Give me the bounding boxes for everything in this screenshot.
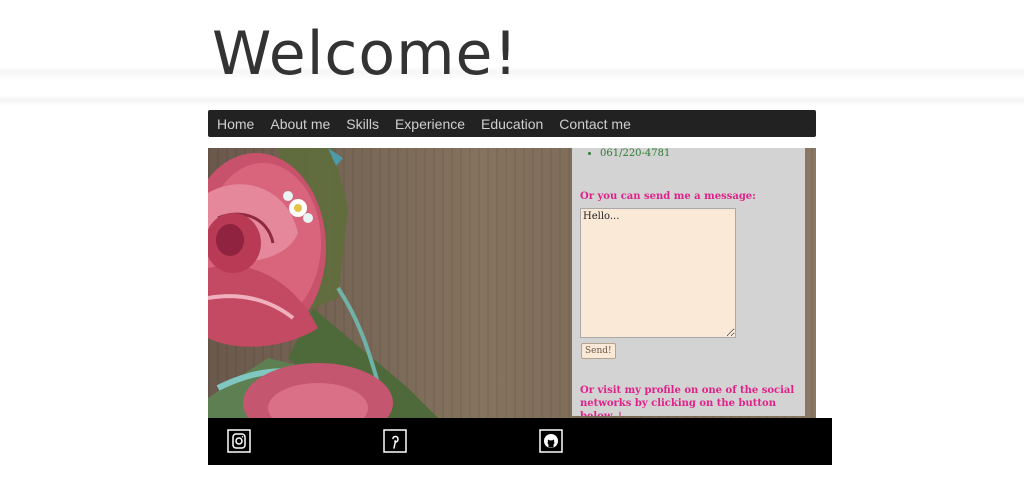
social-footer — [208, 418, 832, 465]
roses-image — [208, 148, 438, 418]
pinterest-link[interactable] — [383, 429, 407, 453]
nav-about-me[interactable]: About me — [270, 116, 330, 132]
nav-home[interactable]: Home — [217, 116, 254, 132]
social-networks-text: Or visit my profile on one of the social… — [580, 385, 795, 416]
contact-list: 061/220-4781 — [572, 148, 670, 160]
instagram-icon — [227, 429, 251, 453]
nav-education[interactable]: Education — [481, 116, 543, 132]
pinterest-icon — [383, 429, 407, 453]
github-icon — [539, 429, 563, 453]
instagram-link[interactable] — [227, 429, 251, 453]
message-label: Or you can send me a message: — [580, 191, 756, 202]
contact-panel: 061/220-4781 Or you can send me a messag… — [572, 148, 805, 416]
nav-contact-me[interactable]: Contact me — [559, 116, 631, 132]
navbar: Home About me Skills Experience Educatio… — [208, 110, 816, 137]
github-link[interactable] — [539, 429, 563, 453]
message-textarea[interactable]: Hello... — [580, 208, 736, 338]
send-button[interactable]: Send! — [581, 343, 616, 359]
hero-background: 061/220-4781 Or you can send me a messag… — [208, 148, 816, 418]
phone-number: 061/220-4781 — [600, 148, 670, 160]
page-title: Welcome! — [212, 19, 519, 89]
nav-experience[interactable]: Experience — [395, 116, 465, 132]
nav-skills[interactable]: Skills — [346, 116, 379, 132]
